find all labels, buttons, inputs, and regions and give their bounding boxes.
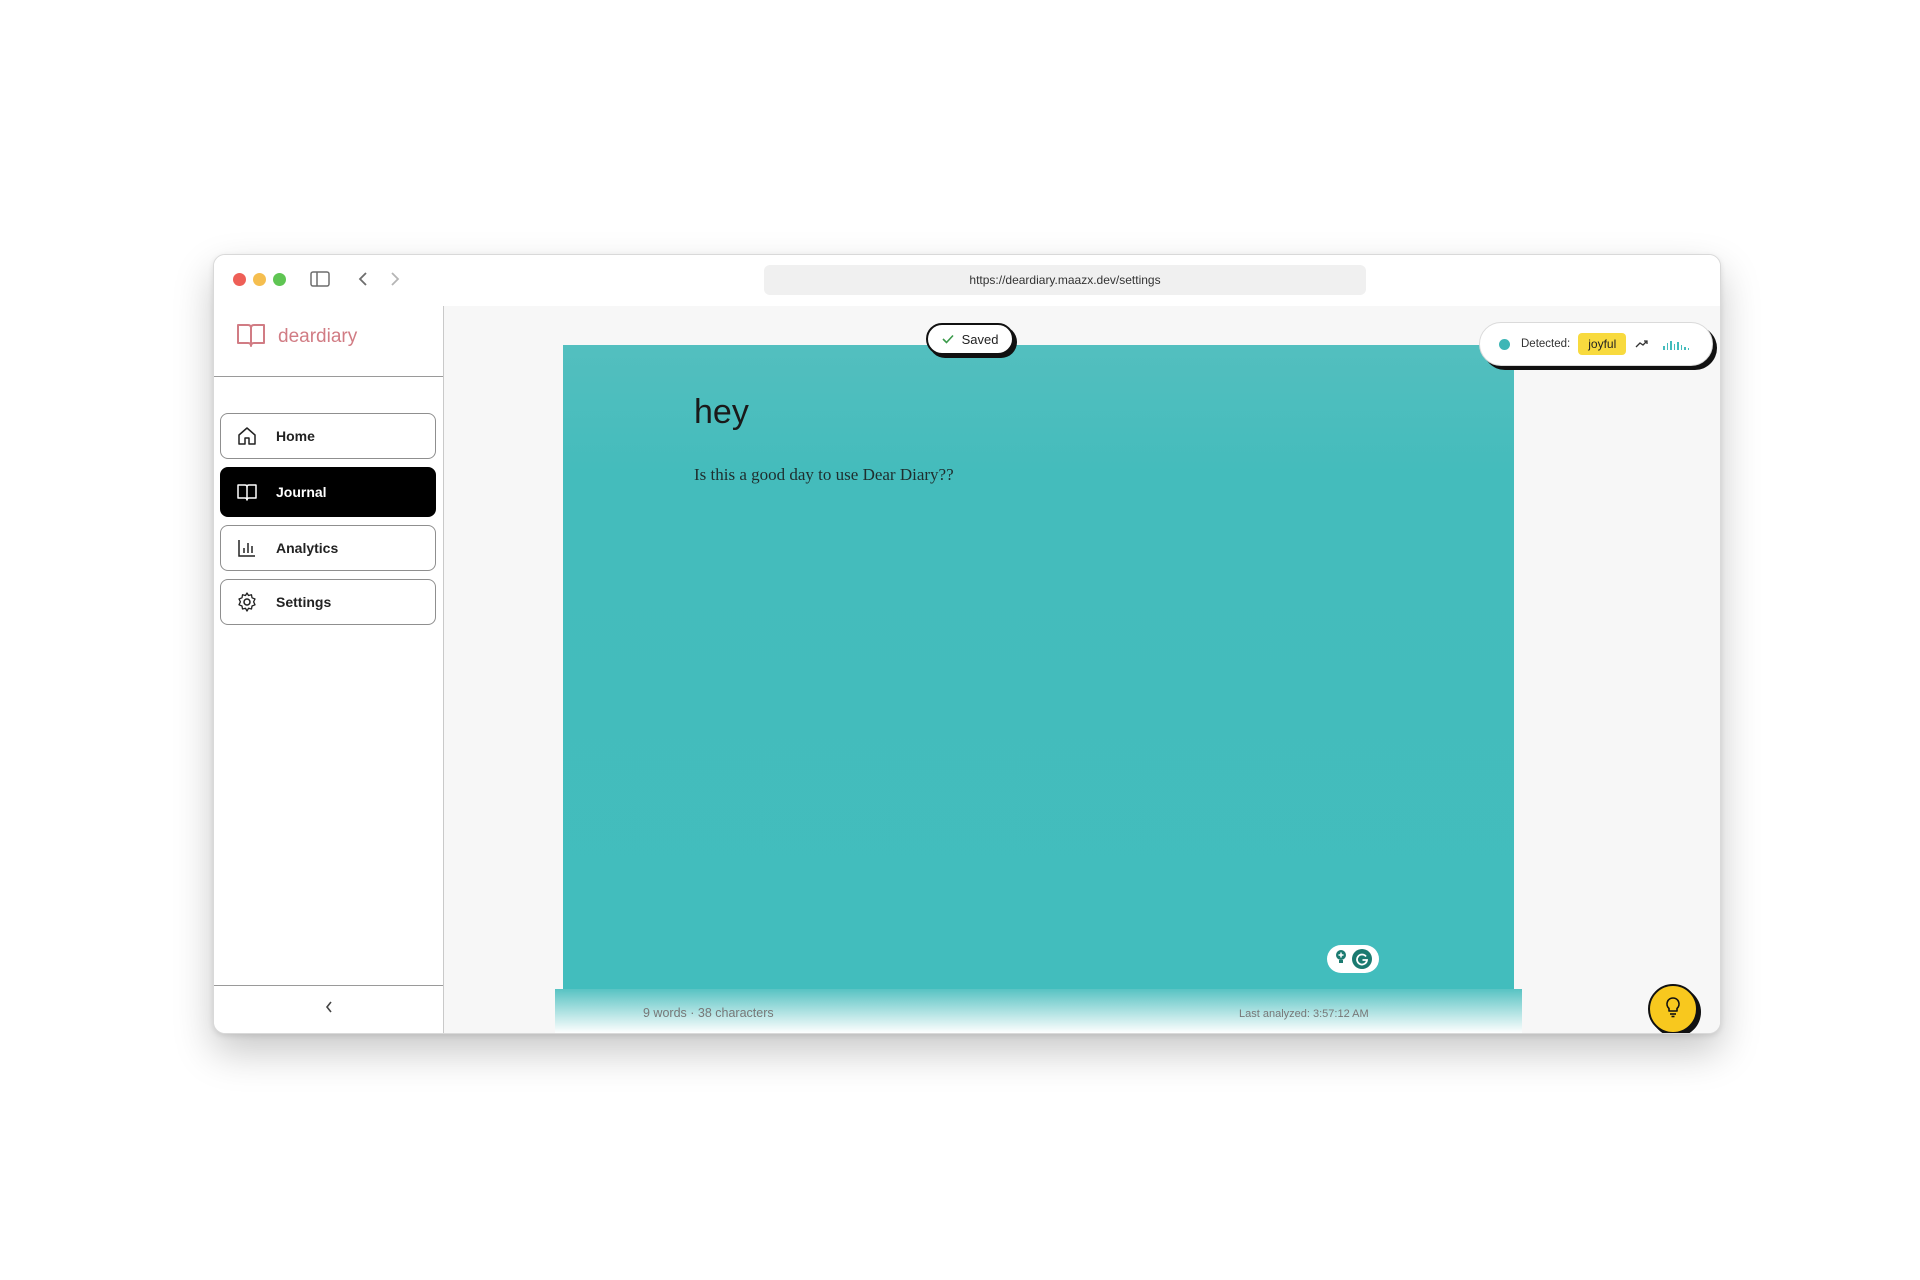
chevron-left-icon	[324, 1000, 334, 1019]
url-text: https://deardiary.maazx.dev/settings	[969, 273, 1161, 287]
sidebar-item-label: Home	[276, 428, 315, 444]
book-icon	[236, 481, 258, 503]
status-dot	[1499, 338, 1510, 350]
sidebar-toggle-icon[interactable]	[309, 268, 331, 290]
forward-icon[interactable]	[385, 268, 405, 290]
browser-window: https://deardiary.maazx.dev/settings dea…	[213, 254, 1721, 1034]
home-icon	[236, 425, 258, 447]
saved-label: Saved	[961, 331, 999, 347]
close-window-button[interactable]	[233, 273, 246, 286]
sidebar-item-label: Journal	[276, 484, 327, 500]
app: deardiary Home Journal Analytics Setting…	[214, 306, 1720, 1033]
brand-name: deardiary	[278, 326, 358, 347]
back-icon[interactable]	[353, 268, 373, 290]
grammarly-widget[interactable]	[1327, 945, 1379, 973]
entry-title[interactable]: hey	[694, 393, 749, 432]
check-icon	[941, 332, 954, 347]
last-analyzed: Last analyzed: 3:57:12 AM	[1239, 1008, 1369, 1020]
browser-titlebar: https://deardiary.maazx.dev/settings	[214, 255, 1720, 306]
bar-chart-icon	[236, 537, 258, 559]
prompt-suggestion-button[interactable]	[1648, 984, 1698, 1033]
minimize-window-button[interactable]	[253, 273, 266, 286]
sidebar-item-settings[interactable]: Settings	[220, 579, 436, 625]
trending-up-icon	[1635, 337, 1649, 351]
mood-detection-pill[interactable]: Detected: joyful	[1479, 322, 1713, 366]
sparkline-icon	[1663, 338, 1690, 350]
saved-status-badge: Saved	[926, 323, 1014, 355]
brand[interactable]: deardiary	[214, 306, 443, 377]
entry-body[interactable]: Is this a good day to use Dear Diary??	[694, 465, 954, 485]
sidebar-item-label: Settings	[276, 594, 332, 610]
journal-paper[interactable]: hey Is this a good day to use Dear Diary…	[563, 345, 1514, 992]
sidebar-item-analytics[interactable]: Analytics	[220, 525, 436, 571]
grammarly-icon	[1352, 949, 1372, 969]
maximize-window-button[interactable]	[273, 273, 286, 286]
book-logo-icon	[236, 321, 266, 349]
journal-main: hey Is this a good day to use Dear Diary…	[444, 306, 1720, 1033]
sidebar-item-label: Analytics	[276, 540, 339, 556]
word-count: 9 words · 38 characters	[643, 1006, 774, 1020]
lightbulb-plus-icon	[1334, 949, 1348, 970]
address-bar[interactable]: https://deardiary.maazx.dev/settings	[764, 265, 1366, 295]
detected-label: Detected:	[1521, 338, 1571, 350]
sidebar-nav: Home Journal Analytics Settings	[220, 413, 436, 633]
collapse-sidebar-button[interactable]	[214, 985, 443, 1033]
sidebar-item-journal[interactable]: Journal	[220, 467, 436, 517]
sidebar: deardiary Home Journal Analytics Setting…	[214, 306, 444, 1033]
gear-icon	[236, 591, 258, 613]
mood-badge: joyful	[1578, 333, 1627, 355]
sidebar-item-home[interactable]: Home	[220, 413, 436, 459]
lightbulb-icon	[1665, 996, 1681, 1023]
